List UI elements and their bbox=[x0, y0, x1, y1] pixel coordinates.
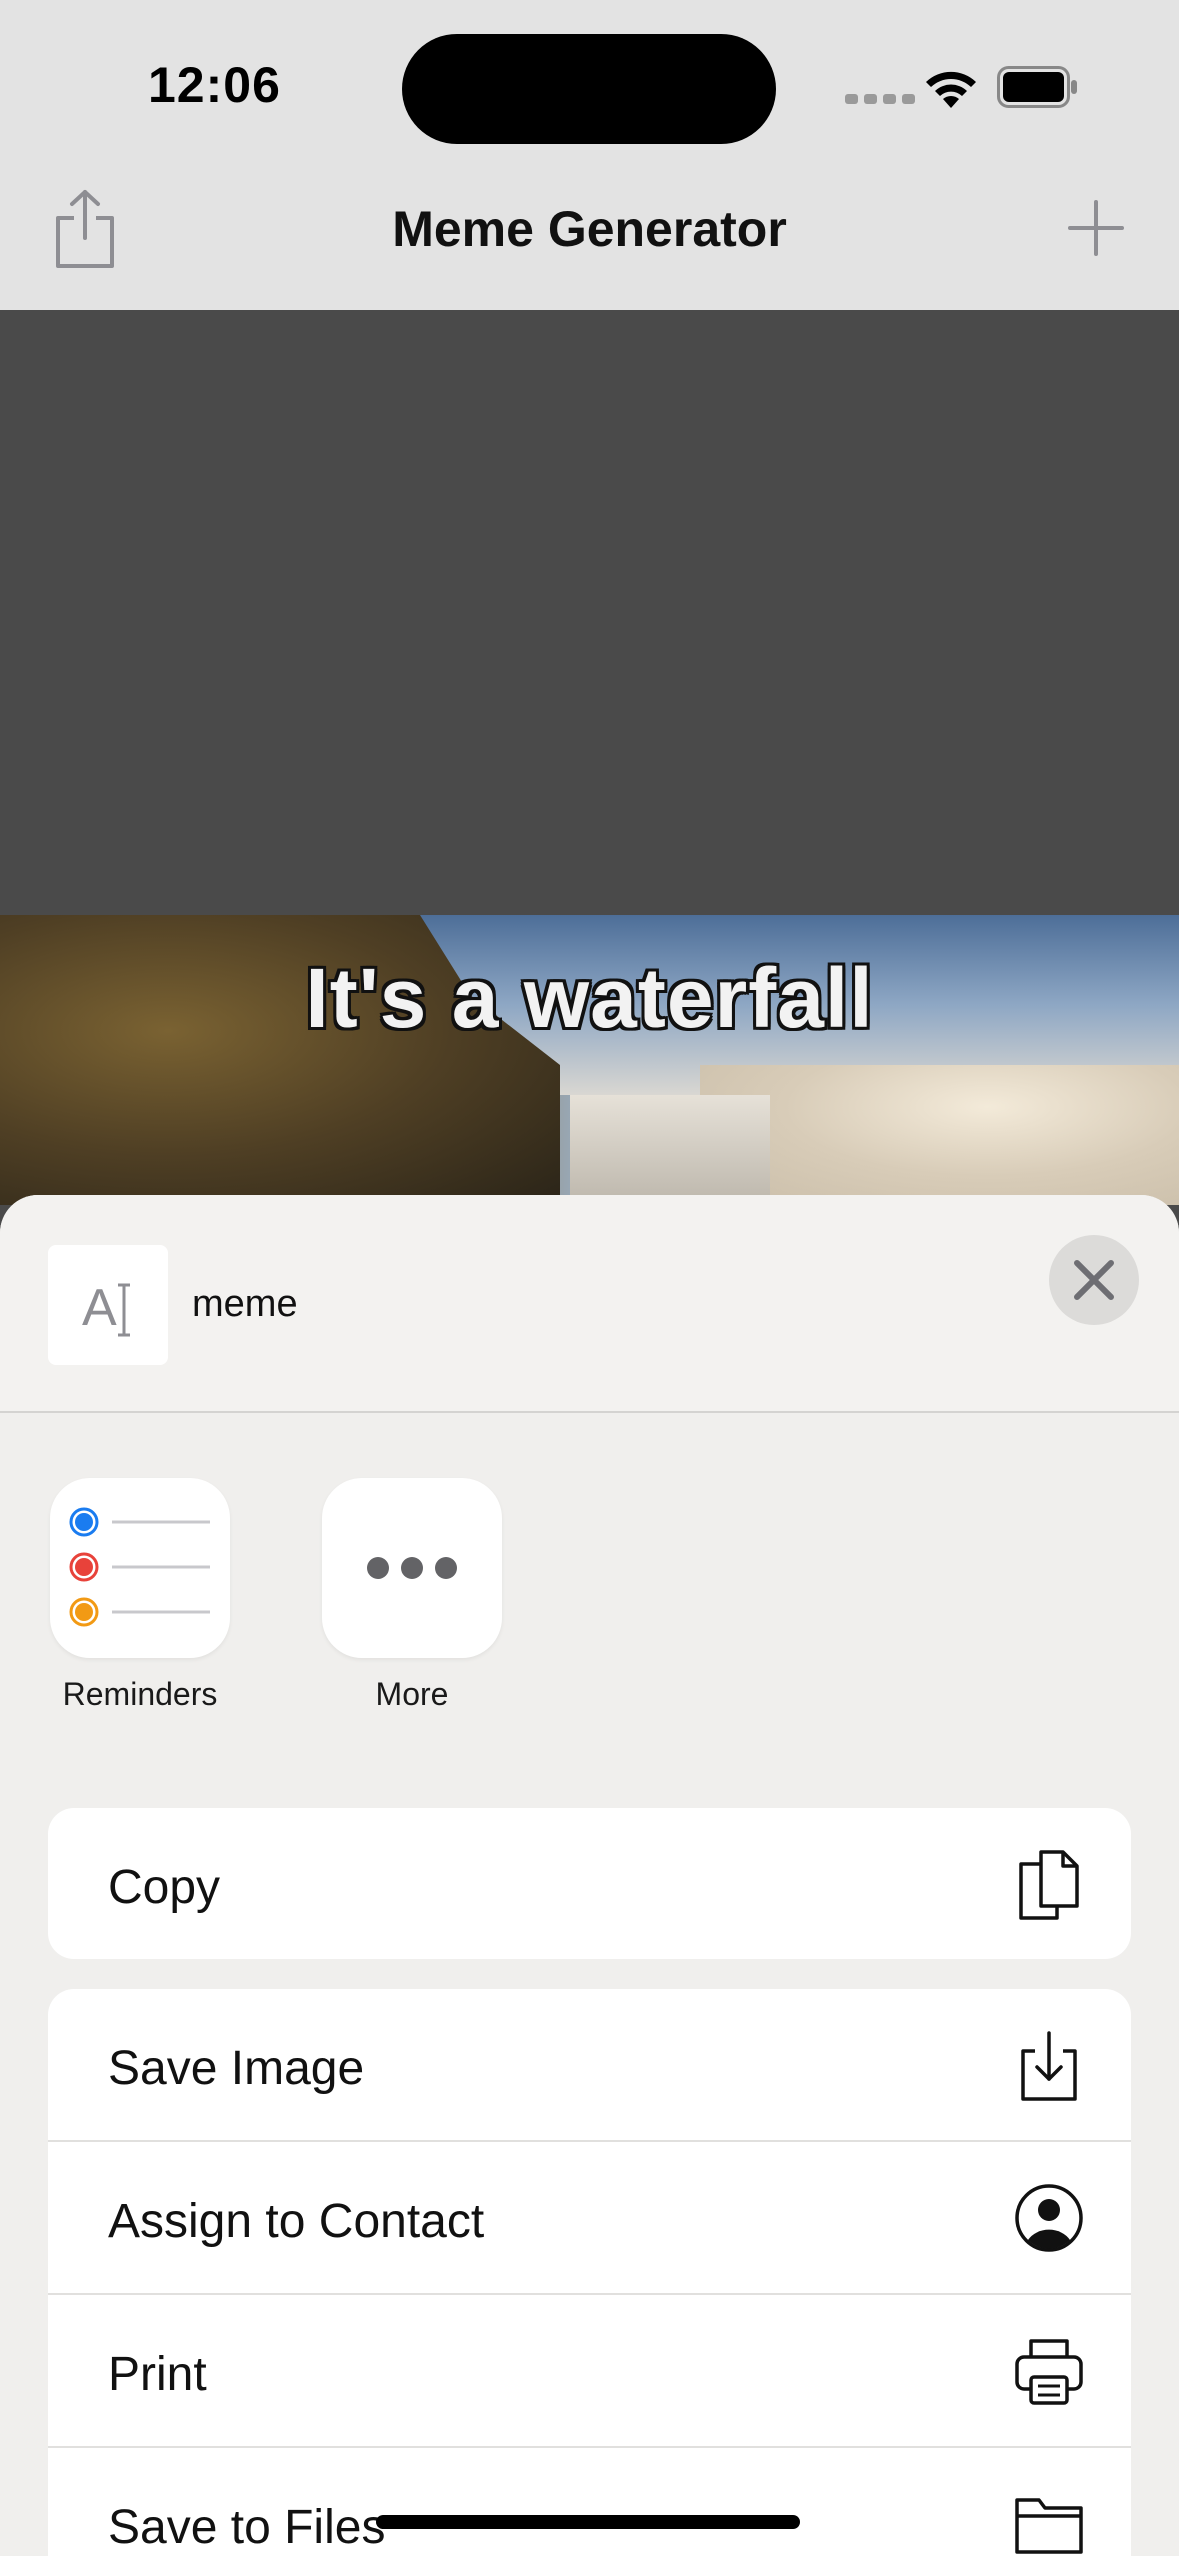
wifi-icon bbox=[926, 71, 976, 108]
save-to-files-action[interactable]: Save to Files bbox=[48, 2448, 1131, 2556]
text-document-icon: A bbox=[48, 1245, 168, 1365]
status-time: 12:06 bbox=[148, 57, 281, 113]
close-icon bbox=[1074, 1260, 1114, 1300]
app-label: More bbox=[375, 1676, 449, 1712]
more-icon bbox=[322, 1478, 502, 1658]
contact-icon bbox=[1015, 2184, 1083, 2252]
print-action[interactable]: Print bbox=[48, 2295, 1131, 2448]
save-image-action[interactable]: Save Image bbox=[48, 1989, 1131, 2142]
share-sheet: A meme Reminders More Copy Save Image As… bbox=[0, 1195, 1179, 2556]
folder-icon bbox=[1015, 2498, 1083, 2554]
cellular-signal-icon bbox=[845, 94, 915, 104]
share-sheet-header: A meme bbox=[0, 1195, 1179, 1411]
divider bbox=[0, 1411, 1179, 1413]
battery-icon bbox=[997, 66, 1077, 108]
action-label: Assign to Contact bbox=[108, 2195, 485, 2248]
close-button[interactable] bbox=[1049, 1235, 1139, 1325]
action-label: Print bbox=[108, 2348, 207, 2401]
action-group-main: Save Image Assign to Contact Print Save … bbox=[48, 1989, 1131, 2556]
meme-canvas bbox=[0, 310, 1179, 915]
action-label: Save Image bbox=[108, 2042, 365, 2095]
reminders-icon bbox=[50, 1478, 230, 1658]
page-title: Meme Generator bbox=[392, 201, 787, 257]
action-label: Copy bbox=[108, 1861, 221, 1914]
plus-icon[interactable] bbox=[1066, 198, 1126, 258]
meme-caption: It's a waterfall bbox=[305, 951, 874, 1045]
printer-icon bbox=[1015, 2339, 1083, 2405]
share-preview-title: meme bbox=[192, 1283, 298, 1325]
copy-icon bbox=[1019, 1850, 1079, 1920]
action-label: Save to Files bbox=[108, 2501, 386, 2554]
assign-to-contact-action[interactable]: Assign to Contact bbox=[48, 2142, 1131, 2295]
status-bar: 12:06 bbox=[0, 0, 1179, 170]
copy-action[interactable]: Copy bbox=[48, 1808, 1131, 1959]
save-image-icon bbox=[1021, 2031, 1077, 2101]
meme-image: It's a waterfall bbox=[0, 915, 1179, 1205]
app-label: Reminders bbox=[62, 1676, 218, 1712]
dynamic-island bbox=[402, 34, 776, 144]
home-indicator[interactable] bbox=[376, 2515, 800, 2529]
app-reminders[interactable]: Reminders bbox=[50, 1478, 230, 1713]
svg-text:A: A bbox=[82, 1279, 117, 1337]
action-group-copy: Copy bbox=[48, 1808, 1131, 1959]
app-more[interactable]: More bbox=[322, 1478, 502, 1713]
navigation-bar: Meme Generator bbox=[0, 170, 1179, 310]
